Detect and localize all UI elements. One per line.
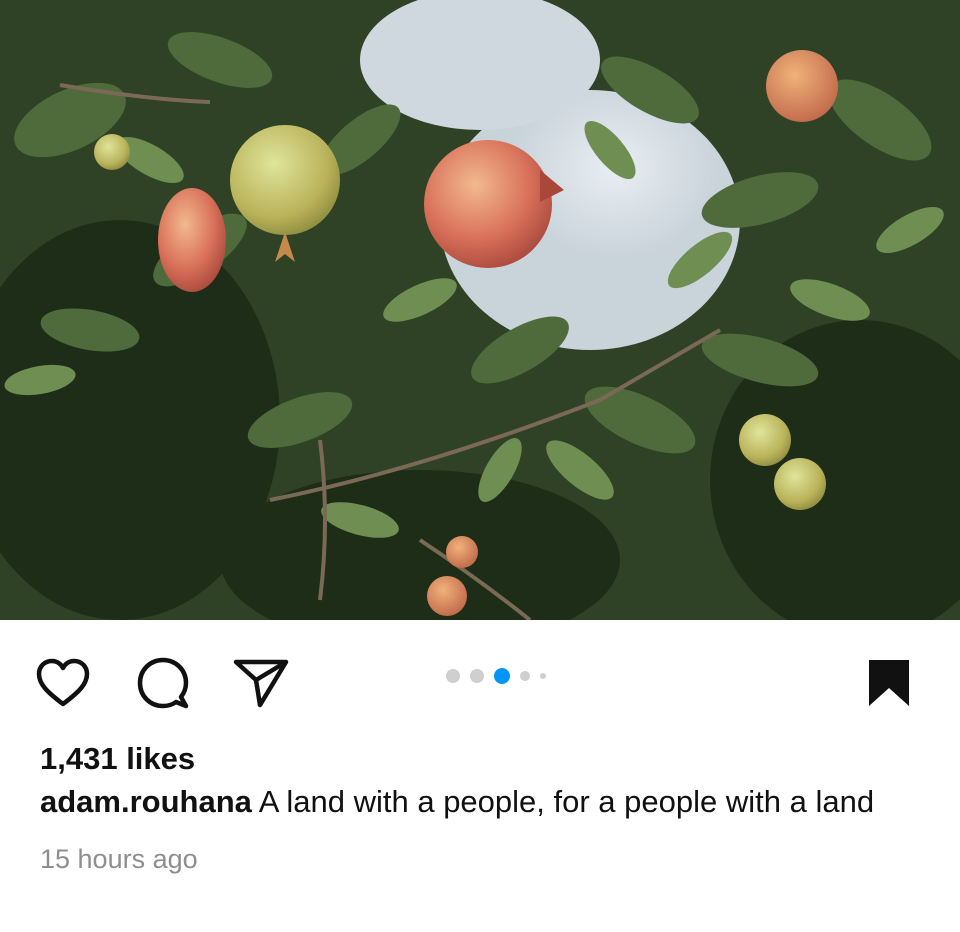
post-info: 1,431 likes adam.rouhana A land with a p…: [40, 738, 930, 875]
post-caption: adam.rouhana A land with a people, for a…: [40, 782, 930, 822]
carousel-dot: [446, 669, 460, 683]
bookmark-icon: [869, 660, 909, 706]
pomegranate-tree-photo: [0, 0, 960, 620]
share-button[interactable]: [232, 654, 290, 712]
like-button[interactable]: [34, 654, 92, 712]
carousel-dot: [520, 671, 530, 681]
comment-button[interactable]: [134, 654, 192, 712]
carousel-dot: [470, 669, 484, 683]
likes-count[interactable]: 1,431 likes: [40, 738, 930, 780]
caption-username[interactable]: adam.rouhana: [40, 784, 252, 819]
save-button[interactable]: [860, 654, 918, 712]
carousel-dot-active: [494, 668, 510, 684]
comment-icon: [137, 657, 189, 709]
caption-text: A land with a people, for a people with …: [258, 784, 875, 819]
post-image[interactable]: [0, 0, 960, 620]
carousel-indicator: [446, 668, 546, 684]
post-timestamp: 15 hours ago: [40, 844, 198, 874]
carousel-dot: [540, 673, 546, 679]
send-icon: [233, 659, 289, 708]
heart-icon: [36, 658, 90, 707]
